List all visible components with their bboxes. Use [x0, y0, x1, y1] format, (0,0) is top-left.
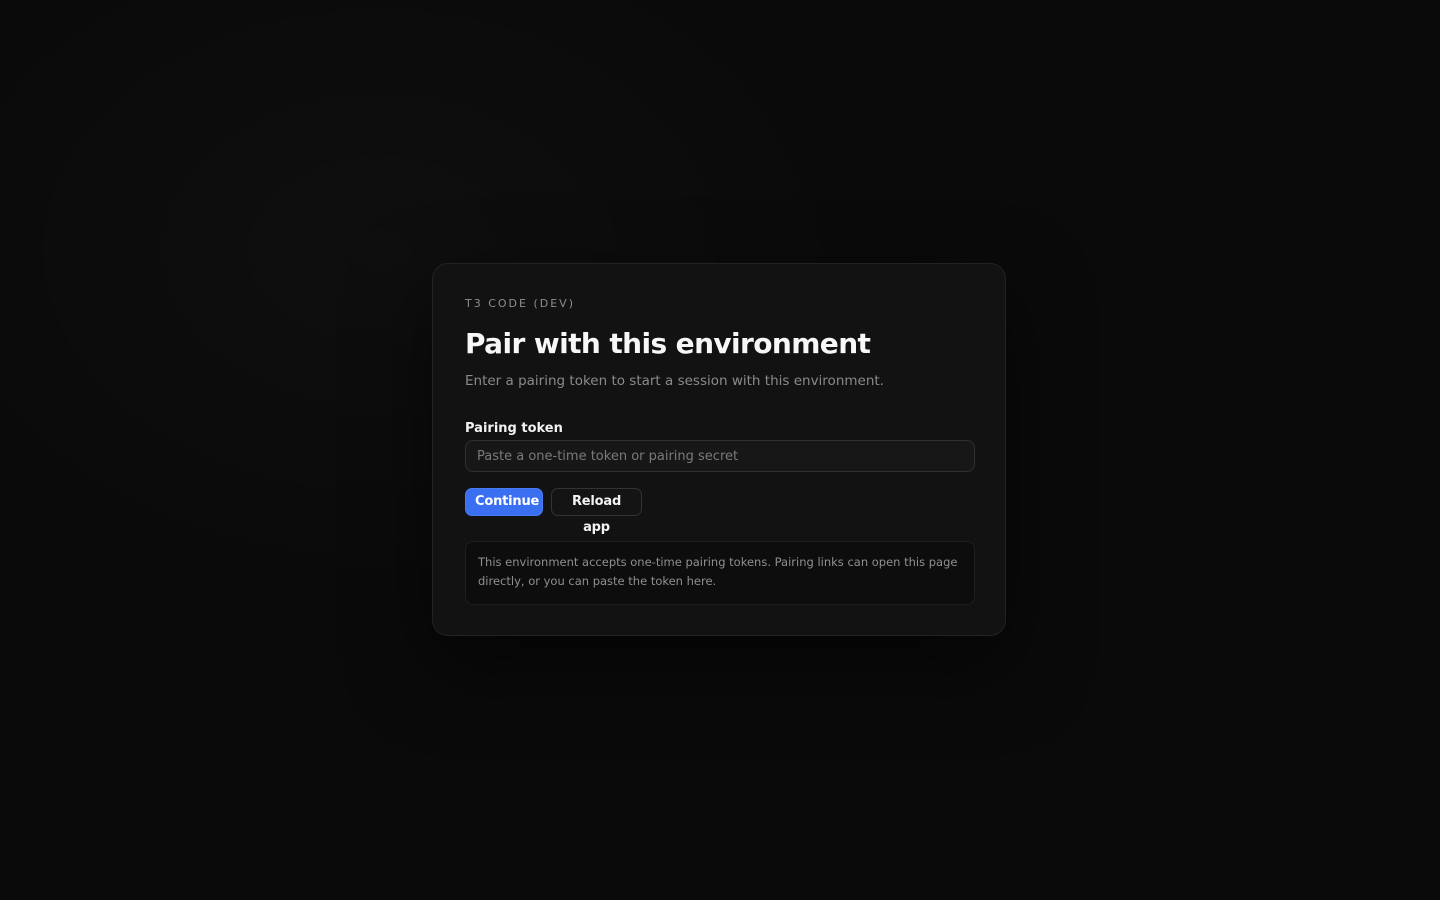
info-note: This environment accepts one-time pairin…: [465, 541, 975, 605]
page-title: Pair with this environment: [465, 327, 871, 360]
pairing-card: T3 CODE (DEV) Pair with this environment…: [432, 263, 1006, 636]
page-background: T3 CODE (DEV) Pair with this environment…: [0, 0, 1440, 900]
pairing-token-input[interactable]: [465, 440, 975, 472]
page-subtitle: Enter a pairing token to start a session…: [465, 373, 884, 389]
reload-app-button[interactable]: Reload app: [551, 488, 642, 535]
pairing-token-label: Pairing token: [465, 421, 563, 436]
app-name-label: T3 CODE (DEV): [465, 297, 575, 310]
action-row: Continue Reload app: [465, 488, 642, 535]
continue-button[interactable]: Continue: [465, 488, 543, 516]
